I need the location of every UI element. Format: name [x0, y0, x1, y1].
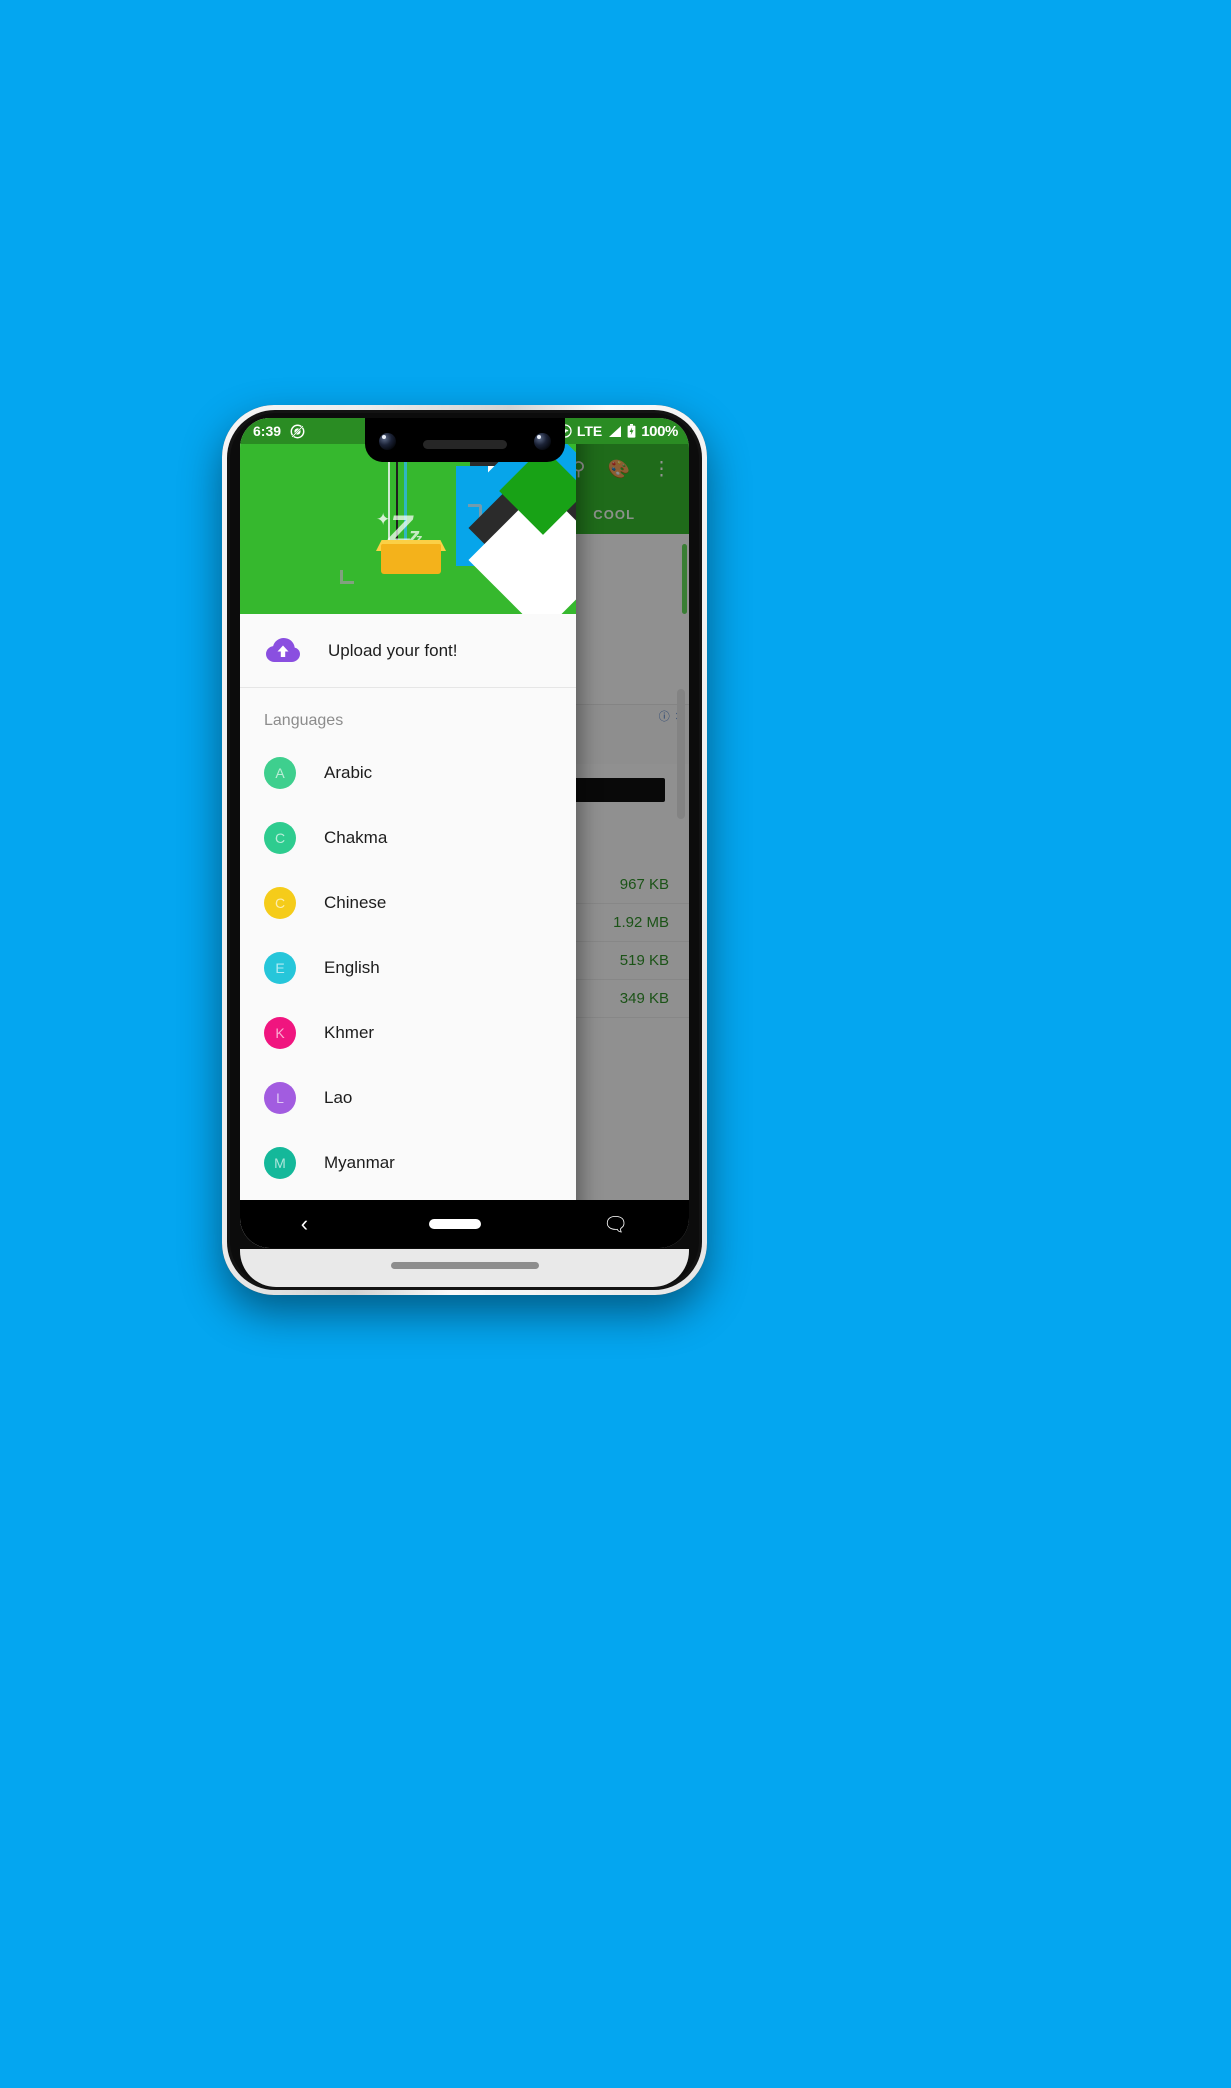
battery-level: 100% — [641, 422, 678, 440]
crop-mark-bottom-left — [340, 570, 354, 584]
phone-device: ⚲ 🎨 ⋮ HOT COLOR COOL 👤 👦 👧 👨 👩 👴 👵 — [222, 405, 707, 1295]
avatar: E — [264, 951, 296, 984]
back-icon[interactable]: ‹ — [301, 1211, 308, 1237]
front-camera-icon — [378, 433, 396, 450]
status-time: 6:39 — [253, 423, 282, 439]
avatar: A — [264, 756, 296, 789]
cloud-upload-icon — [266, 637, 300, 664]
signal-icon — [607, 425, 622, 438]
battery-icon — [627, 424, 636, 438]
languages-section-heading: Languages — [264, 712, 344, 729]
language-label: Arabic — [324, 762, 373, 782]
notch — [364, 418, 565, 462]
language-item-chinese[interactable]: C Chinese — [240, 870, 576, 935]
status-bar-left: 6:39 — [240, 423, 305, 439]
language-label: English — [324, 957, 380, 977]
avatar: C — [264, 821, 296, 854]
header-yellow-box — [381, 544, 441, 574]
language-item-chakma[interactable]: C Chakma — [240, 805, 576, 870]
avatar: M — [264, 1146, 296, 1179]
home-pill-icon[interactable] — [429, 1219, 482, 1229]
language-label: Myanmar — [324, 1152, 395, 1172]
status-bar-right: LTE 100% — [558, 423, 689, 440]
language-label: Lao — [324, 1087, 353, 1107]
front-camera-secondary-icon — [533, 433, 551, 450]
upload-font-label: Upload your font! — [328, 640, 458, 660]
speaker-grille — [390, 1262, 539, 1269]
language-item-lao[interactable]: L Lao — [240, 1065, 576, 1130]
language-item-myanmar[interactable]: M Myanmar — [240, 1130, 576, 1195]
avatar: L — [264, 1081, 296, 1114]
language-list: A Arabic C Chakma C Chinese E English K — [240, 740, 576, 1248]
upload-font-item[interactable]: Upload your font! — [240, 614, 576, 688]
network-type: LTE — [576, 423, 603, 439]
do-not-disturb-icon — [290, 424, 305, 439]
phone-screen: ⚲ 🎨 ⋮ HOT COLOR COOL 👤 👦 👧 👨 👩 👴 👵 — [240, 418, 689, 1248]
language-label: Chakma — [324, 827, 388, 847]
earpiece — [422, 440, 507, 449]
language-item-arabic[interactable]: A Arabic — [240, 740, 576, 805]
avatar: K — [264, 1016, 296, 1049]
accessibility-icon[interactable]: 🗨 — [603, 1212, 628, 1237]
language-label: Chinese — [324, 892, 387, 912]
language-item-khmer[interactable]: K Khmer — [240, 1000, 576, 1065]
navigation-drawer: ✦ Zzz Upload your font! Languages A Arab… — [240, 418, 576, 1248]
language-label: Khmer — [324, 1022, 375, 1042]
system-navigation-bar: ‹ 🗨 — [240, 1200, 689, 1248]
avatar: C — [264, 886, 296, 919]
language-item-english[interactable]: E English — [240, 935, 576, 1000]
phone-bottom-chin — [240, 1249, 689, 1287]
